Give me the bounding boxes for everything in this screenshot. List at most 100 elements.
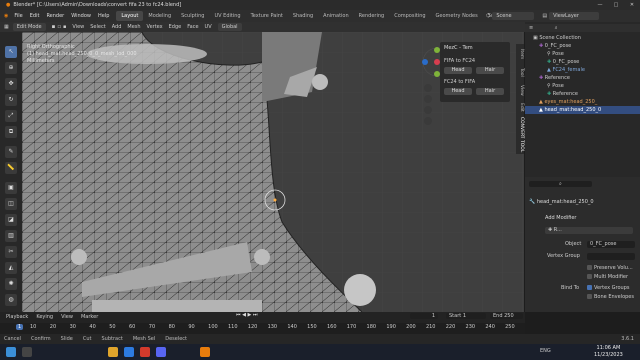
workspace-tab-modeling[interactable]: Modeling: [143, 11, 176, 21]
workspace-tab-shading[interactable]: Shading: [288, 11, 318, 21]
windows-start-icon[interactable]: [6, 347, 16, 357]
current-frame-field[interactable]: 1: [410, 313, 438, 319]
inset-tool-icon[interactable]: ◫: [5, 198, 17, 210]
editor-type-icon[interactable]: ▦: [4, 24, 9, 30]
tab-item[interactable]: Item: [516, 46, 524, 62]
bone-envelopes-checkbox[interactable]: Bone Envelopes: [587, 294, 634, 301]
chrome-icon[interactable]: [140, 347, 150, 357]
bevel-tool-icon[interactable]: ◪: [5, 214, 17, 226]
filter-icon[interactable]: ≡: [529, 25, 533, 31]
multi-modifier-checkbox[interactable]: Multi Modifier: [587, 274, 628, 281]
cursor-tool-icon[interactable]: ⊕: [5, 62, 17, 74]
vertex-groups-checkbox[interactable]: Vertex Groups: [587, 285, 630, 292]
fifa-to-fc24-hair-button[interactable]: Hair: [476, 67, 504, 74]
smooth-tool-icon[interactable]: ◍: [5, 294, 17, 306]
spin-tool-icon[interactable]: ✺: [5, 278, 17, 290]
workspace-tab-uv-editing[interactable]: UV Editing: [209, 11, 245, 21]
tab-convert-tool[interactable]: CONVERT TOOL: [516, 116, 524, 154]
tab-edit[interactable]: Edit: [516, 100, 524, 114]
mode-dropdown[interactable]: Edit Mode: [12, 23, 46, 31]
playback-controls[interactable]: ⏮ ◀ ▶ ⏭: [236, 312, 257, 318]
menu-window[interactable]: Window: [71, 13, 91, 19]
scale-tool-icon[interactable]: ⤢: [5, 110, 17, 122]
menu-file[interactable]: File: [14, 13, 22, 19]
edge-select-icon[interactable]: ◽: [57, 24, 61, 30]
maximize-button[interactable]: □: [608, 0, 624, 10]
timeline-view[interactable]: View: [61, 314, 73, 320]
timeline-playback[interactable]: Playback: [6, 314, 28, 320]
fc24-to-fifa-hair-button[interactable]: Hair: [476, 88, 504, 95]
menu-render[interactable]: Render: [46, 13, 64, 19]
view-layer-selector[interactable]: ViewLayer: [549, 12, 600, 20]
fc24-to-fifa-head-button[interactable]: Head: [444, 88, 472, 95]
select-tool-icon[interactable]: ↖: [5, 46, 17, 58]
edge-browser-icon[interactable]: [124, 347, 134, 357]
fifa-to-fc24-head-button[interactable]: Head: [444, 67, 472, 74]
transform-tool-icon[interactable]: ⧉: [5, 126, 17, 138]
end-frame-field[interactable]: End 250: [490, 313, 523, 319]
header-edge[interactable]: Edge: [169, 24, 182, 30]
outliner-row[interactable]: ✚ Reference: [525, 74, 640, 82]
menu-help[interactable]: Help: [98, 13, 109, 19]
workspace-tab-texture-paint[interactable]: Texture Paint: [246, 11, 288, 21]
header-add[interactable]: Add: [112, 24, 122, 30]
scene-selector[interactable]: Scene: [492, 12, 535, 20]
timeline-keying[interactable]: Keying: [36, 314, 53, 320]
modifier-header[interactable]: ✚ R...: [545, 227, 633, 234]
add-modifier-button[interactable]: Add Modifier: [545, 215, 577, 222]
close-button[interactable]: ✕: [624, 0, 640, 10]
frame-ruler[interactable]: 1 10 20 30 40 50 60 70 80 90 100 110 120 130 140 150 16…: [0, 323, 525, 334]
extrude-tool-icon[interactable]: ▣: [5, 182, 17, 194]
measure-tool-icon[interactable]: 📏: [5, 162, 17, 174]
annotate-tool-icon[interactable]: ✎: [5, 146, 17, 158]
timeline-marker[interactable]: Marker: [81, 314, 98, 320]
discord-icon[interactable]: [156, 347, 166, 357]
search-icon[interactable]: [22, 347, 32, 357]
workspace-tab-compositing[interactable]: Compositing: [389, 11, 430, 21]
tab-tool[interactable]: Tool: [516, 64, 524, 80]
outliner-row[interactable]: ✚ 0_FC_pose: [525, 58, 640, 66]
header-mesh[interactable]: Mesh: [127, 24, 140, 30]
minimize-button[interactable]: —: [592, 0, 608, 10]
knife-tool-icon[interactable]: ✂: [5, 246, 17, 258]
header-vertex[interactable]: Vertex: [147, 24, 163, 30]
search-icon[interactable]: ⌕: [555, 25, 558, 31]
vertex-select-icon[interactable]: ◾: [52, 24, 56, 30]
vertex-group-field[interactable]: [587, 253, 635, 260]
outliner-row[interactable]: ✚ 0_FC_pose: [525, 42, 640, 50]
preserve-volume-checkbox[interactable]: Preserve Volu...: [587, 265, 633, 272]
poly-build-tool-icon[interactable]: ◭: [5, 262, 17, 274]
tab-view[interactable]: View: [516, 82, 524, 98]
blender-taskbar-icon[interactable]: [200, 347, 210, 357]
move-tool-icon[interactable]: ✥: [5, 78, 17, 90]
outliner-row-selected[interactable]: ▲ head_mat:head_250_0: [525, 106, 640, 114]
workspace-tab-sculpting[interactable]: Sculpting: [176, 11, 209, 21]
menu-edit[interactable]: Edit: [30, 13, 40, 19]
object-field[interactable]: 0_FC_pose: [587, 241, 635, 248]
blender-menu-icon[interactable]: ◉: [4, 13, 8, 19]
loop-cut-tool-icon[interactable]: ▥: [5, 230, 17, 242]
outliner-row[interactable]: ▣ Scene Collection: [525, 34, 640, 42]
outliner-row[interactable]: ⚲ Pose: [525, 50, 640, 58]
header-uv[interactable]: UV: [205, 24, 212, 30]
keyboard-language[interactable]: ENG: [540, 348, 551, 354]
outliner-row[interactable]: ▲ FC24_female: [525, 66, 640, 74]
header-select[interactable]: Select: [90, 24, 105, 30]
workspace-tab-geometry-nodes[interactable]: Geometry Nodes: [431, 11, 483, 21]
current-frame-indicator[interactable]: 1: [16, 324, 24, 330]
rotate-tool-icon[interactable]: ↻: [5, 94, 17, 106]
outliner-row[interactable]: ✚ Reference: [525, 90, 640, 98]
properties-search[interactable]: ⌕: [529, 181, 592, 188]
file-explorer-icon[interactable]: [108, 347, 118, 357]
face-select-icon[interactable]: ▪: [63, 24, 66, 30]
workspace-tab-layout[interactable]: Layout: [116, 11, 144, 21]
workspace-tab-animation[interactable]: Animation: [318, 11, 354, 21]
header-view[interactable]: View: [72, 24, 84, 30]
start-frame-field[interactable]: Start 1: [446, 313, 486, 319]
header-face[interactable]: Face: [187, 24, 198, 30]
workspace-tab-rendering[interactable]: Rendering: [354, 11, 390, 21]
system-clock[interactable]: 11:06 AM 11/23/2023: [594, 345, 623, 359]
orientation-dropdown[interactable]: Global: [217, 23, 242, 31]
outliner-row[interactable]: ▲ eyes_mat:head_250_: [525, 98, 640, 106]
outliner-row[interactable]: ⚲ Pose: [525, 82, 640, 90]
